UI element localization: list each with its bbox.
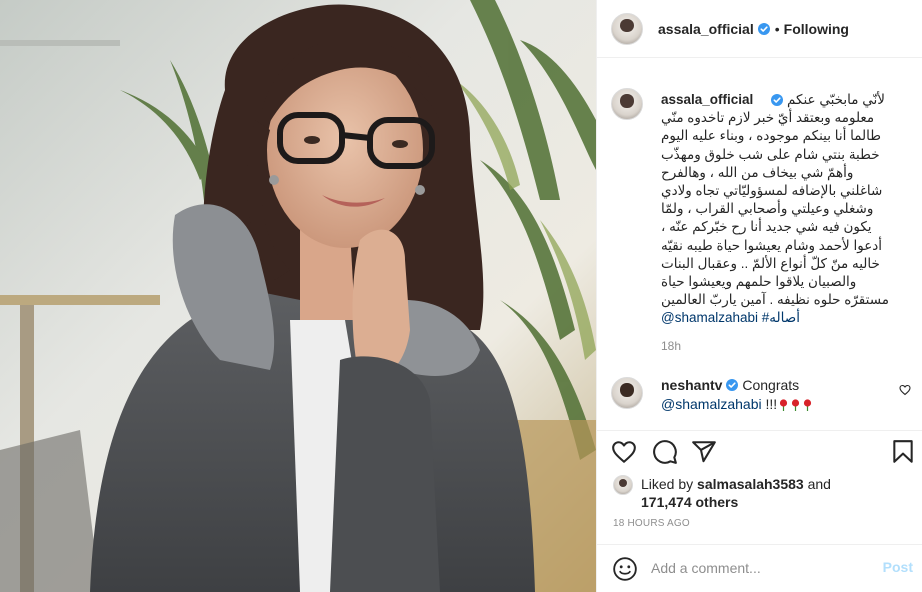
author-username[interactable]: assala_official — [658, 21, 754, 37]
rose-icon — [792, 399, 800, 411]
caption-avatar[interactable] — [611, 88, 643, 120]
emoji-smile-icon[interactable] — [612, 556, 638, 582]
caption-line: وشغلي وعيلتي وأصحابي القراب ، ولمّا — [661, 201, 874, 217]
likes-text: Liked by salmasalah3583 and 171,474 othe… — [641, 476, 831, 510]
comment-text: neshantv Congrats @shamalzahabi !!! — [661, 376, 881, 414]
verified-badge-icon — [771, 94, 783, 106]
caption-time[interactable]: 18h — [661, 339, 681, 353]
post-header: assala_official • Following — [597, 0, 922, 58]
comment-suffix: !!! — [765, 396, 778, 412]
liker-avatar[interactable] — [613, 475, 633, 495]
author-avatar[interactable] — [611, 12, 643, 45]
bookmark-icon[interactable] — [890, 439, 916, 465]
caption-line: خطبة بنتي شام على شب خلوق ومهذّب — [661, 146, 880, 162]
comment-icon[interactable] — [652, 439, 678, 465]
caption-line: خاليه منّ كلّ أنواع الألمّ .. وعقبال الب… — [661, 255, 880, 271]
caption-line: طالما أنا بينكم موجوده ، وبناء عليه اليو… — [661, 128, 881, 144]
heart-icon[interactable] — [611, 439, 637, 465]
caption-line: أدعوا لأحمد وشام يعيشوا حياة طيبه نقيّه — [661, 237, 883, 253]
caption-line: شاغلني بالإضافه لمسؤوليّاتي تجاه ولادي — [661, 183, 883, 199]
add-comment-bar: Post — [597, 544, 922, 592]
caption-hashtag-link[interactable]: #أصاله — [762, 310, 800, 325]
separator-dot: • — [774, 20, 780, 37]
following-button[interactable]: Following — [784, 21, 849, 37]
caption-body: assala_official لأنّي مابخبّي عنكم معلومه… — [661, 91, 911, 328]
caption-line: وأهمّ شي بيخاف من الله ، وهالفرح — [661, 164, 854, 180]
comment-input[interactable] — [651, 557, 861, 579]
caption-first-line: assala_official لأنّي مابخبّي عنكم — [661, 91, 911, 109]
comment-body: Congrats — [742, 377, 800, 393]
caption-line: والصبيان يلاقوا حلمهم ويعيشوا حياة — [661, 274, 857, 290]
commenter-avatar[interactable] — [611, 377, 643, 409]
share-icon[interactable] — [691, 439, 717, 465]
caption-line: مستقرّه حلوه نظيفه . آمين ياربّ العالمين — [661, 292, 889, 308]
caption-tags-line: @shamalzahabi #أصاله — [661, 309, 911, 327]
post-side-panel: assala_official • Following assala_offic… — [596, 0, 922, 592]
caption-line: معلومه وبعتقد أيّ خبر لازم تاخدوه منّي — [661, 110, 875, 126]
verified-badge-icon — [757, 22, 770, 35]
post-comment-button[interactable]: Post — [883, 559, 913, 575]
portrait-image — [0, 0, 596, 592]
caption-line: يكون فيه شي جديد أنا رح خبّركم عنّه ، — [661, 219, 872, 235]
caption-mention-link[interactable]: @shamalzahabi — [661, 310, 758, 325]
post-photo[interactable] — [0, 0, 596, 592]
caption-line: لأنّي مابخبّي عنكم — [787, 92, 885, 107]
caption-username[interactable]: assala_official — [661, 91, 753, 109]
post-actions: Liked by salmasalah3583 and 171,474 othe… — [597, 430, 922, 544]
post-timestamp[interactable]: 18 HOURS AGO — [613, 518, 690, 529]
rose-icon — [804, 399, 812, 411]
likes-count-link[interactable]: 171,474 others — [641, 494, 738, 510]
comment-like-heart-icon[interactable] — [899, 384, 911, 396]
liker-username[interactable]: salmasalah3583 — [697, 476, 804, 492]
verified-badge-icon — [726, 379, 739, 391]
comment-mention-link[interactable]: @shamalzahabi — [661, 396, 762, 412]
comments-list: assala_official لأنّي مابخبّي عنكم معلومه… — [597, 58, 922, 430]
rose-icon — [780, 399, 788, 411]
commenter-username[interactable]: neshantv — [661, 377, 722, 393]
